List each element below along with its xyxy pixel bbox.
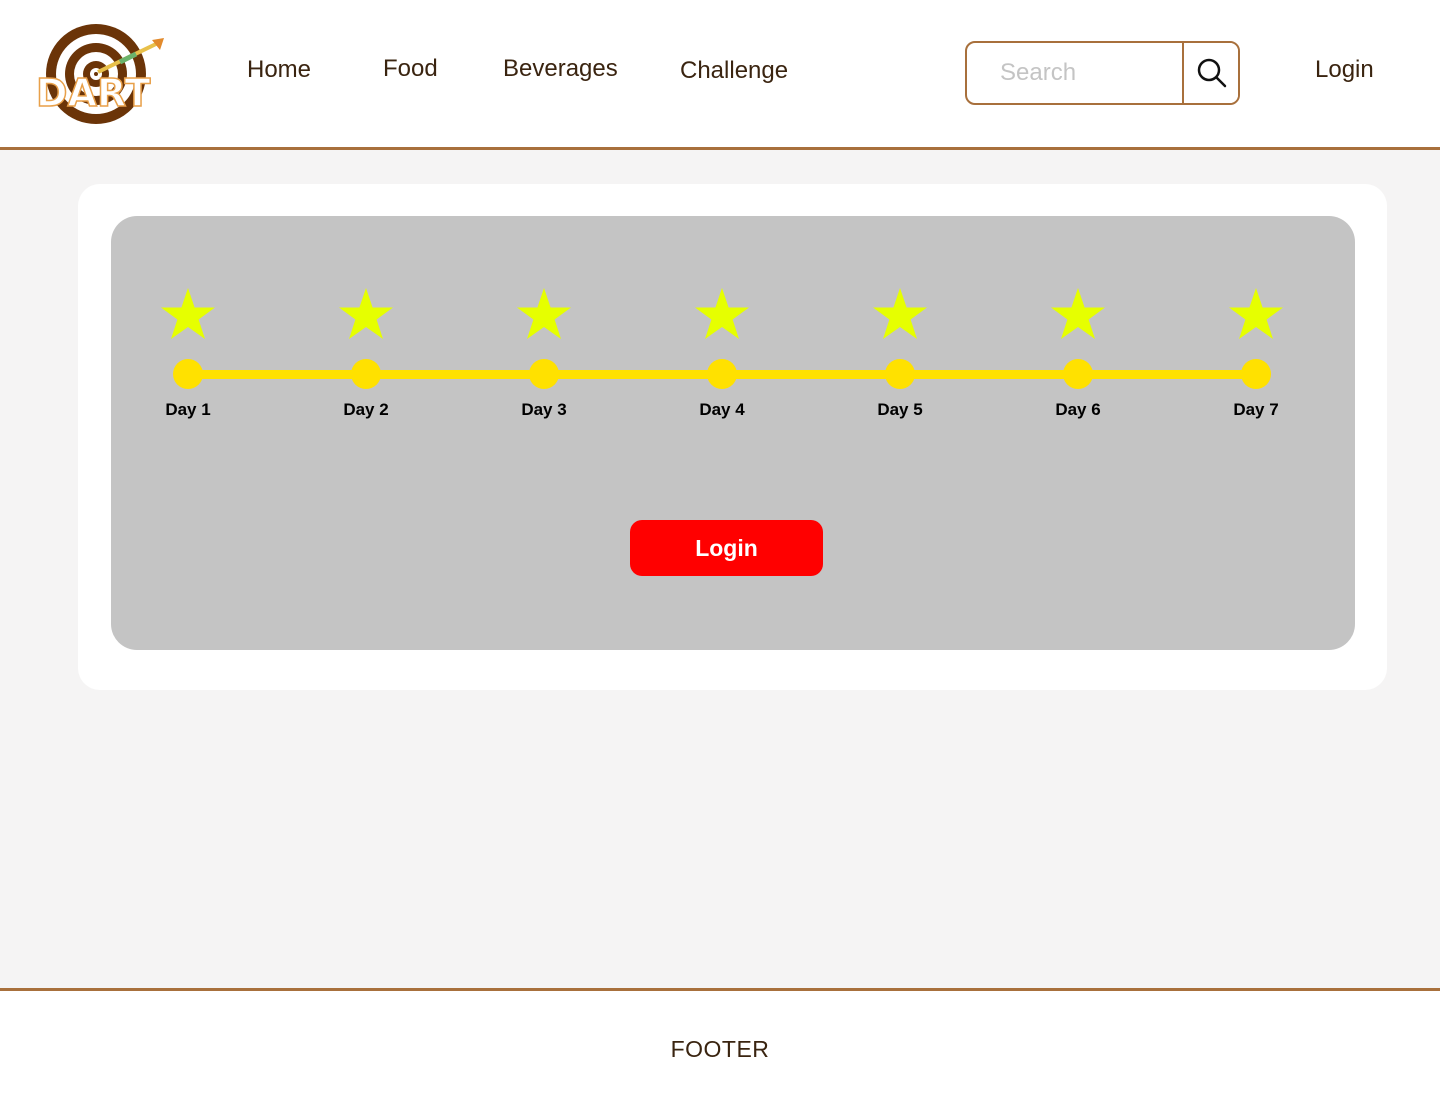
search-input[interactable] xyxy=(967,43,1183,103)
dartboard-logo-icon: DART xyxy=(35,24,164,124)
day-label: Day 1 xyxy=(165,400,211,419)
nav-food-link[interactable]: Food xyxy=(383,55,438,83)
star-icon xyxy=(161,288,215,339)
star-icon xyxy=(517,288,571,339)
day-dot xyxy=(1063,359,1093,389)
nav-beverages-link[interactable]: Beverages xyxy=(503,55,618,83)
footer-text: FOOTER xyxy=(670,1036,770,1062)
day-label: Day 4 xyxy=(699,400,745,419)
nav-home-link[interactable]: Home xyxy=(247,56,311,84)
day-dot xyxy=(885,359,915,389)
day-label: Day 2 xyxy=(343,400,389,419)
star-icon xyxy=(1051,288,1105,339)
day-dot xyxy=(351,359,381,389)
day-label: Day 6 xyxy=(1055,400,1101,419)
site-footer: FOOTER xyxy=(0,988,1440,1105)
star-icon xyxy=(339,288,393,339)
search-icon xyxy=(1197,58,1227,88)
header-login-link[interactable]: Login xyxy=(1315,56,1374,84)
day-dot xyxy=(529,359,559,389)
dart-logo[interactable]: DART xyxy=(34,20,166,128)
star-icon xyxy=(873,288,927,339)
search-button[interactable] xyxy=(1182,43,1238,103)
challenge-panel xyxy=(111,216,1355,650)
site-header: DART Home Food Beverages Challenge Login xyxy=(0,0,1440,150)
day-label: Day 5 xyxy=(877,400,923,419)
nav-challenge-link[interactable]: Challenge xyxy=(680,57,788,85)
svg-text:DART: DART xyxy=(36,71,151,115)
day-dot xyxy=(707,359,737,389)
day-label: Day 7 xyxy=(1233,400,1279,419)
star-icon xyxy=(1229,288,1283,339)
day-label: Day 3 xyxy=(521,400,567,419)
star-icon xyxy=(695,288,749,339)
login-button[interactable]: Login xyxy=(630,520,823,576)
day-dot xyxy=(1241,359,1271,389)
day-dot xyxy=(173,359,203,389)
search-bar xyxy=(965,41,1240,105)
